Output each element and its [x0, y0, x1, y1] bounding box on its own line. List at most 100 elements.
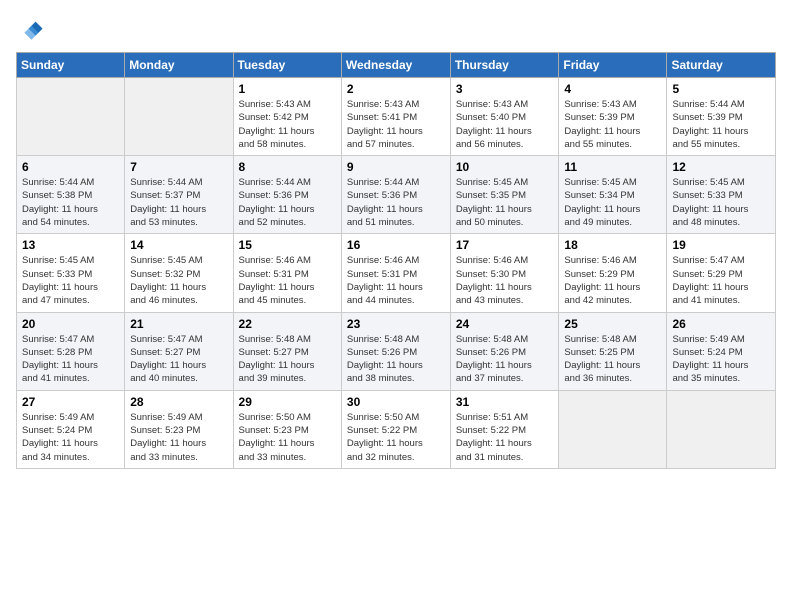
- day-cell: [125, 78, 233, 156]
- day-info: Sunrise: 5:44 AM Sunset: 5:37 PM Dayligh…: [130, 176, 227, 229]
- day-info: Sunrise: 5:49 AM Sunset: 5:23 PM Dayligh…: [130, 411, 227, 464]
- day-number: 25: [564, 317, 661, 331]
- day-number: 3: [456, 82, 554, 96]
- day-cell: 6 Sunrise: 5:44 AM Sunset: 5:38 PM Daylig…: [17, 156, 125, 234]
- day-info: Sunrise: 5:45 AM Sunset: 5:34 PM Dayligh…: [564, 176, 661, 229]
- day-number: 15: [239, 238, 336, 252]
- day-number: 23: [347, 317, 445, 331]
- day-number: 31: [456, 395, 554, 409]
- day-info: Sunrise: 5:46 AM Sunset: 5:31 PM Dayligh…: [347, 254, 445, 307]
- day-info: Sunrise: 5:49 AM Sunset: 5:24 PM Dayligh…: [22, 411, 119, 464]
- day-info: Sunrise: 5:44 AM Sunset: 5:38 PM Dayligh…: [22, 176, 119, 229]
- day-info: Sunrise: 5:46 AM Sunset: 5:30 PM Dayligh…: [456, 254, 554, 307]
- logo: [16, 16, 48, 44]
- day-cell: 24 Sunrise: 5:48 AM Sunset: 5:26 PM Dayli…: [450, 312, 559, 390]
- day-cell: 16 Sunrise: 5:46 AM Sunset: 5:31 PM Dayli…: [341, 234, 450, 312]
- day-number: 13: [22, 238, 119, 252]
- day-number: 24: [456, 317, 554, 331]
- day-info: Sunrise: 5:45 AM Sunset: 5:32 PM Dayligh…: [130, 254, 227, 307]
- calendar-table: SundayMondayTuesdayWednesdayThursdayFrid…: [16, 52, 776, 469]
- day-info: Sunrise: 5:46 AM Sunset: 5:29 PM Dayligh…: [564, 254, 661, 307]
- day-cell: 15 Sunrise: 5:46 AM Sunset: 5:31 PM Dayli…: [233, 234, 341, 312]
- day-info: Sunrise: 5:45 AM Sunset: 5:33 PM Dayligh…: [22, 254, 119, 307]
- day-info: Sunrise: 5:50 AM Sunset: 5:23 PM Dayligh…: [239, 411, 336, 464]
- day-cell: 19 Sunrise: 5:47 AM Sunset: 5:29 PM Dayli…: [667, 234, 776, 312]
- day-number: 14: [130, 238, 227, 252]
- day-cell: 23 Sunrise: 5:48 AM Sunset: 5:26 PM Dayli…: [341, 312, 450, 390]
- day-cell: 29 Sunrise: 5:50 AM Sunset: 5:23 PM Dayli…: [233, 390, 341, 468]
- day-number: 17: [456, 238, 554, 252]
- day-cell: 21 Sunrise: 5:47 AM Sunset: 5:27 PM Dayli…: [125, 312, 233, 390]
- day-cell: 10 Sunrise: 5:45 AM Sunset: 5:35 PM Dayli…: [450, 156, 559, 234]
- day-cell: 25Sunrise: 5:48 AM Sunset: 5:25 PM Dayli…: [559, 312, 667, 390]
- day-number: 16: [347, 238, 445, 252]
- day-number: 28: [130, 395, 227, 409]
- day-info: Sunrise: 5:43 AM Sunset: 5:41 PM Dayligh…: [347, 98, 445, 151]
- day-cell: [17, 78, 125, 156]
- day-number: 6: [22, 160, 119, 174]
- day-cell: 30 Sunrise: 5:50 AM Sunset: 5:22 PM Dayli…: [341, 390, 450, 468]
- day-number: 30: [347, 395, 445, 409]
- day-cell: 31 Sunrise: 5:51 AM Sunset: 5:22 PM Dayli…: [450, 390, 559, 468]
- day-cell: 2 Sunrise: 5:43 AM Sunset: 5:41 PM Daylig…: [341, 78, 450, 156]
- day-info: Sunrise: 5:46 AM Sunset: 5:31 PM Dayligh…: [239, 254, 336, 307]
- week-row-3: 13 Sunrise: 5:45 AM Sunset: 5:33 PM Dayli…: [17, 234, 776, 312]
- day-cell: [559, 390, 667, 468]
- day-info: Sunrise: 5:47 AM Sunset: 5:28 PM Dayligh…: [22, 333, 119, 386]
- day-info: Sunrise: 5:51 AM Sunset: 5:22 PM Dayligh…: [456, 411, 554, 464]
- week-row-1: 1Sunrise: 5:43 AM Sunset: 5:42 PM Daylig…: [17, 78, 776, 156]
- day-info: Sunrise: 5:48 AM Sunset: 5:27 PM Dayligh…: [239, 333, 336, 386]
- day-number: 10: [456, 160, 554, 174]
- day-cell: 11 Sunrise: 5:45 AM Sunset: 5:34 PM Dayli…: [559, 156, 667, 234]
- week-row-4: 20 Sunrise: 5:47 AM Sunset: 5:28 PM Dayli…: [17, 312, 776, 390]
- day-number: 29: [239, 395, 336, 409]
- weekday-header-saturday: Saturday: [667, 53, 776, 78]
- day-info: Sunrise: 5:44 AM Sunset: 5:39 PM Dayligh…: [672, 98, 770, 151]
- day-info: Sunrise: 5:45 AM Sunset: 5:33 PM Dayligh…: [672, 176, 770, 229]
- day-number: 9: [347, 160, 445, 174]
- day-cell: 4Sunrise: 5:43 AM Sunset: 5:39 PM Daylig…: [559, 78, 667, 156]
- day-cell: 18Sunrise: 5:46 AM Sunset: 5:29 PM Dayli…: [559, 234, 667, 312]
- day-number: 2: [347, 82, 445, 96]
- week-row-5: 27 Sunrise: 5:49 AM Sunset: 5:24 PM Dayli…: [17, 390, 776, 468]
- day-number: 27: [22, 395, 119, 409]
- day-cell: 13 Sunrise: 5:45 AM Sunset: 5:33 PM Dayli…: [17, 234, 125, 312]
- day-info: Sunrise: 5:48 AM Sunset: 5:26 PM Dayligh…: [456, 333, 554, 386]
- day-number: 7: [130, 160, 227, 174]
- weekday-header-tuesday: Tuesday: [233, 53, 341, 78]
- day-number: 1: [239, 82, 336, 96]
- day-info: Sunrise: 5:47 AM Sunset: 5:29 PM Dayligh…: [672, 254, 770, 307]
- weekday-header-friday: Friday: [559, 53, 667, 78]
- day-cell: 8 Sunrise: 5:44 AM Sunset: 5:36 PM Daylig…: [233, 156, 341, 234]
- day-number: 21: [130, 317, 227, 331]
- day-cell: 1Sunrise: 5:43 AM Sunset: 5:42 PM Daylig…: [233, 78, 341, 156]
- day-cell: 14 Sunrise: 5:45 AM Sunset: 5:32 PM Dayli…: [125, 234, 233, 312]
- weekday-header-row: SundayMondayTuesdayWednesdayThursdayFrid…: [17, 53, 776, 78]
- day-info: Sunrise: 5:49 AM Sunset: 5:24 PM Dayligh…: [672, 333, 770, 386]
- day-cell: 9 Sunrise: 5:44 AM Sunset: 5:36 PM Daylig…: [341, 156, 450, 234]
- day-info: Sunrise: 5:43 AM Sunset: 5:39 PM Dayligh…: [564, 98, 661, 151]
- day-cell: 22Sunrise: 5:48 AM Sunset: 5:27 PM Dayli…: [233, 312, 341, 390]
- day-cell: 26 Sunrise: 5:49 AM Sunset: 5:24 PM Dayli…: [667, 312, 776, 390]
- day-number: 12: [672, 160, 770, 174]
- day-info: Sunrise: 5:43 AM Sunset: 5:40 PM Dayligh…: [456, 98, 554, 151]
- day-info: Sunrise: 5:47 AM Sunset: 5:27 PM Dayligh…: [130, 333, 227, 386]
- day-info: Sunrise: 5:45 AM Sunset: 5:35 PM Dayligh…: [456, 176, 554, 229]
- day-number: 19: [672, 238, 770, 252]
- page-header: [16, 16, 776, 44]
- day-cell: 5 Sunrise: 5:44 AM Sunset: 5:39 PM Daylig…: [667, 78, 776, 156]
- day-number: 8: [239, 160, 336, 174]
- weekday-header-monday: Monday: [125, 53, 233, 78]
- week-row-2: 6 Sunrise: 5:44 AM Sunset: 5:38 PM Daylig…: [17, 156, 776, 234]
- day-number: 11: [564, 160, 661, 174]
- day-cell: 17 Sunrise: 5:46 AM Sunset: 5:30 PM Dayli…: [450, 234, 559, 312]
- day-cell: 7 Sunrise: 5:44 AM Sunset: 5:37 PM Daylig…: [125, 156, 233, 234]
- weekday-header-sunday: Sunday: [17, 53, 125, 78]
- day-info: Sunrise: 5:50 AM Sunset: 5:22 PM Dayligh…: [347, 411, 445, 464]
- day-number: 26: [672, 317, 770, 331]
- day-number: 5: [672, 82, 770, 96]
- day-number: 20: [22, 317, 119, 331]
- day-info: Sunrise: 5:48 AM Sunset: 5:26 PM Dayligh…: [347, 333, 445, 386]
- day-info: Sunrise: 5:44 AM Sunset: 5:36 PM Dayligh…: [347, 176, 445, 229]
- day-info: Sunrise: 5:44 AM Sunset: 5:36 PM Dayligh…: [239, 176, 336, 229]
